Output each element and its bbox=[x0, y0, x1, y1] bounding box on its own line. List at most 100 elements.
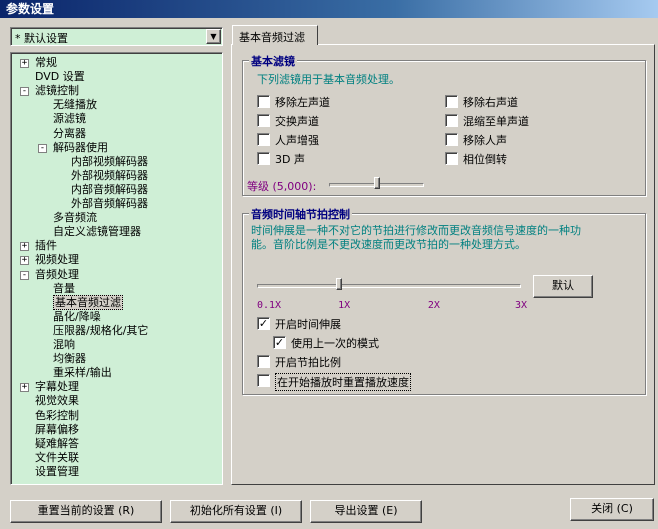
tree-item-label: 音量 bbox=[53, 281, 75, 295]
tree-item-label: 解码器使用 bbox=[53, 140, 108, 154]
default-button[interactable]: 默认 bbox=[533, 275, 593, 298]
tree-item[interactable]: 音量 bbox=[53, 282, 75, 296]
settings-tree[interactable]: 常规 + DVD 设置 滤镜控制 - 无缝播放 源滤镜 分离器 解码器使用 - 内部视频解码器 外部视… bbox=[10, 52, 223, 485]
checkbox-label[interactable]: 开启时间伸展 bbox=[275, 316, 341, 332]
checkbox[interactable] bbox=[445, 152, 458, 165]
checkbox[interactable] bbox=[445, 95, 458, 108]
basic-filter-description: 下列滤镜用于基本音频处理。 bbox=[257, 73, 400, 86]
tree-item-label: 常规 bbox=[35, 56, 57, 69]
level-slider-thumb[interactable] bbox=[373, 177, 380, 189]
checkbox-label[interactable]: 人声增强 bbox=[275, 132, 319, 148]
tree-item[interactable]: 设置管理 bbox=[35, 465, 79, 479]
export-settings-button[interactable]: 导出设置 (E) bbox=[310, 500, 422, 523]
tree-item-label: 疑难解答 bbox=[35, 436, 79, 450]
tree-item-label: 外部视频解码器 bbox=[71, 168, 148, 182]
checkbox-label[interactable]: 移除人声 bbox=[463, 132, 507, 148]
init-all-button[interactable]: 初始化所有设置 (I) bbox=[170, 500, 302, 523]
tree-item[interactable]: 常规 bbox=[35, 56, 57, 70]
close-button[interactable]: 关闭 (C) bbox=[570, 498, 654, 521]
tree-item[interactable]: 内部视频解码器 bbox=[71, 155, 148, 169]
checkbox-label[interactable]: 使用上一次的模式 bbox=[291, 335, 379, 351]
expand-icon[interactable]: + bbox=[20, 59, 29, 68]
tree-item-label: 分离器 bbox=[53, 126, 86, 140]
tempo-slider-track[interactable] bbox=[257, 284, 521, 288]
checkbox-label[interactable]: 移除右声道 bbox=[463, 94, 518, 110]
time-axis-title: 音频时间轴节拍控制 bbox=[249, 206, 352, 222]
tree-item[interactable]: 插件 bbox=[35, 239, 57, 253]
tree-item[interactable]: 视觉效果 bbox=[35, 394, 79, 408]
collapse-icon[interactable]: - bbox=[20, 270, 29, 280]
checkbox-label[interactable]: 交换声道 bbox=[275, 113, 319, 129]
checkbox[interactable]: ✓ bbox=[273, 336, 286, 349]
tree-item[interactable]: 外部音频解码器 bbox=[71, 197, 148, 211]
checkbox-label[interactable]: 在开始播放时重置播放速度 bbox=[275, 373, 411, 391]
tick-label: 1X bbox=[338, 300, 351, 311]
checkbox[interactable] bbox=[445, 133, 458, 146]
tree-item[interactable]: 外部视频解码器 bbox=[71, 169, 148, 183]
tree-item-label: 自定义滤镜管理器 bbox=[53, 225, 141, 239]
checkbox[interactable] bbox=[257, 152, 270, 165]
expand-icon[interactable]: + bbox=[20, 383, 29, 393]
expand-icon[interactable]: + bbox=[20, 242, 29, 252]
checkbox[interactable]: ✓ bbox=[257, 317, 270, 330]
checkbox[interactable] bbox=[257, 95, 270, 108]
tree-item[interactable]: 压限器/规格化/其它 bbox=[53, 324, 148, 338]
checkbox[interactable] bbox=[257, 133, 270, 146]
preset-value: * 默认设置 bbox=[15, 32, 68, 45]
checkbox-label[interactable]: 相位倒转 bbox=[463, 151, 507, 167]
preset-select[interactable]: * 默认设置 ▼ bbox=[10, 27, 223, 46]
tick-label: 0.1X bbox=[257, 300, 282, 311]
tree-item[interactable]: 滤镜控制 bbox=[35, 84, 79, 98]
tree-item[interactable]: 基本音频过滤 bbox=[53, 294, 123, 310]
tree-item[interactable]: 晶化/降噪 bbox=[53, 310, 101, 324]
tree-item[interactable]: 源滤镜 bbox=[53, 112, 86, 126]
tree-item[interactable]: 文件关联 bbox=[35, 451, 79, 465]
tree-item[interactable]: 色彩控制 bbox=[35, 409, 79, 423]
tree-item[interactable]: 重采样/输出 bbox=[53, 366, 112, 380]
time-axis-group: 音频时间轴节拍控制 时间伸展是一种不对它的节拍进行修改而更改音频信号速度的一种功… bbox=[242, 206, 646, 395]
tick-label: 3X bbox=[515, 300, 528, 311]
tree-item[interactable]: 自定义滤镜管理器 bbox=[53, 225, 141, 239]
tree-item-label: 视觉效果 bbox=[35, 394, 79, 408]
checkbox[interactable] bbox=[257, 374, 270, 387]
tree-item[interactable]: 屏幕偏移 bbox=[35, 423, 79, 437]
checkbox[interactable] bbox=[445, 114, 458, 127]
tree-item[interactable]: DVD 设置 bbox=[35, 70, 85, 84]
tree-item-label: 混响 bbox=[53, 338, 75, 351]
tree-item[interactable]: 分离器 bbox=[53, 127, 86, 141]
tree-item-label: 多音频流 bbox=[53, 211, 97, 225]
tree-item[interactable]: 无缝播放 bbox=[53, 98, 97, 112]
tree-item[interactable]: 音频处理 bbox=[35, 268, 79, 282]
collapse-icon[interactable]: - bbox=[20, 87, 29, 97]
tree-item-label: 色彩控制 bbox=[35, 408, 79, 422]
tree-item-label: 基本音频过滤 bbox=[53, 294, 123, 310]
tree-item-label: 内部视频解码器 bbox=[71, 154, 148, 168]
tree-item[interactable]: 字幕处理 bbox=[35, 380, 79, 394]
tree-item[interactable]: 疑难解答 bbox=[35, 437, 79, 451]
tree-item[interactable]: 均衡器 bbox=[53, 352, 86, 366]
checkbox-label[interactable]: 3D 声 bbox=[275, 151, 305, 167]
tree-item[interactable]: 视频处理 bbox=[35, 253, 79, 267]
tree-item-label: 外部音频解码器 bbox=[71, 197, 148, 210]
tree-item-label: 无缝播放 bbox=[53, 98, 97, 112]
chevron-down-icon[interactable]: ▼ bbox=[206, 29, 221, 44]
tree-item[interactable]: 内部音频解码器 bbox=[71, 183, 148, 197]
tab-basic-audio-filter[interactable]: 基本音频过滤 bbox=[232, 25, 318, 45]
tree-item-label: 内部音频解码器 bbox=[71, 182, 148, 196]
reset-current-button[interactable]: 重置当前的设置 (R) bbox=[10, 500, 162, 523]
checkbox[interactable] bbox=[257, 114, 270, 127]
checkbox-label[interactable]: 移除左声道 bbox=[275, 94, 330, 110]
tree-item-label: 插件 bbox=[35, 239, 57, 253]
tree-item-label: 设置管理 bbox=[35, 464, 79, 478]
tree-item[interactable]: 混响 bbox=[53, 338, 75, 352]
checkbox-label[interactable]: 开启节拍比例 bbox=[275, 354, 341, 370]
expand-icon[interactable]: + bbox=[20, 256, 29, 266]
tempo-slider-thumb[interactable] bbox=[335, 278, 342, 290]
checkbox[interactable] bbox=[257, 355, 270, 368]
tree-item-label: 滤镜控制 bbox=[35, 84, 79, 98]
tree-item-label: 视频处理 bbox=[35, 253, 79, 267]
tree-item[interactable]: 多音频流 bbox=[53, 211, 97, 225]
collapse-icon[interactable]: - bbox=[38, 143, 47, 153]
checkbox-label[interactable]: 混缩至单声道 bbox=[463, 113, 529, 129]
tree-item[interactable]: 解码器使用 bbox=[53, 141, 108, 155]
